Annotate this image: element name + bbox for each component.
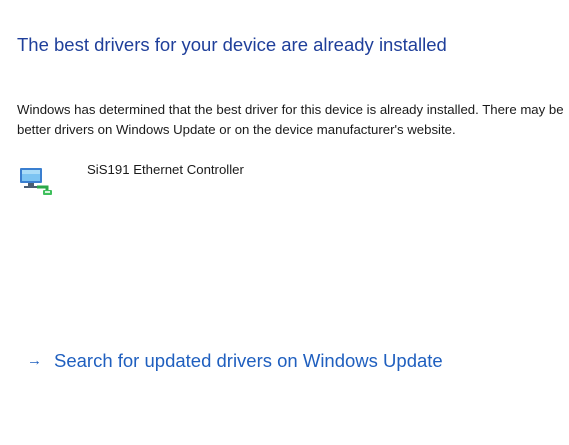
driver-status-page: The best drivers for your device are alr… [0, 0, 569, 445]
device-entry: SiS191 Ethernet Controller [17, 161, 417, 201]
device-name: SiS191 Ethernet Controller [87, 162, 244, 177]
windows-update-link-label[interactable]: Search for updated drivers on Windows Up… [54, 349, 443, 373]
arrow-right-icon: → [27, 352, 42, 369]
windows-update-link[interactable]: → Search for updated drivers on Windows … [27, 349, 443, 373]
description-line-1: Windows has determined that the best dri… [17, 102, 564, 117]
description-text: Windows has determined that the best dri… [17, 100, 569, 140]
page-title: The best drivers for your device are alr… [17, 34, 447, 55]
network-adapter-icon [17, 161, 55, 199]
description-line-2: better drivers on Windows Update or on t… [17, 122, 456, 137]
